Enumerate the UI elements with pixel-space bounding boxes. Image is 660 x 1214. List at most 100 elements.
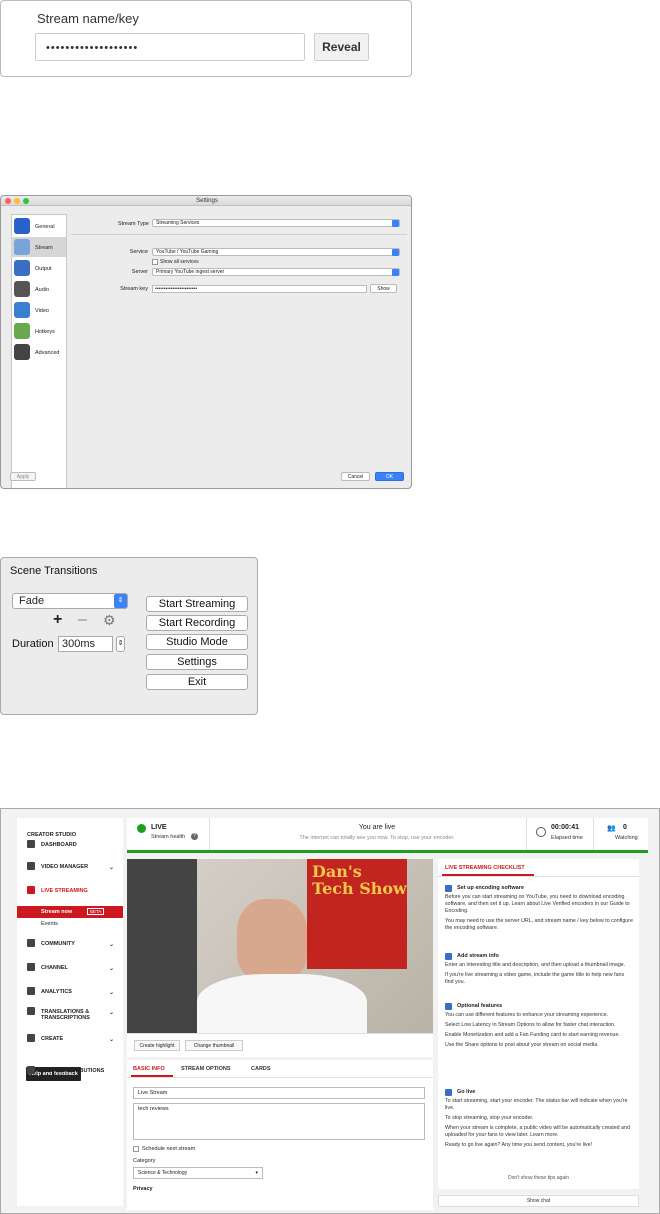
description-textarea[interactable]: tech reviews [133,1103,425,1140]
nav-item-community[interactable]: COMMUNITY ⌄ [27,939,114,948]
divider [593,818,594,850]
nav-item-label: VIDEO MANAGER [41,864,89,870]
change-thumbnail-button[interactable]: Change thumbnail [185,1040,243,1051]
nav-item-live-streaming[interactable]: LIVE STREAMING [27,886,111,894]
nav-item-dashboard[interactable]: DASHBOARD [27,840,111,848]
tip-text: Enable Monetization and add a Fan Fundin… [445,1032,620,1038]
nav-item-video-manager[interactable]: VIDEO MANAGER ⌄ [27,862,114,871]
elapsed-time-label: Elapsed time [551,835,583,841]
nav-item-analytics[interactable]: ANALYTICS ⌄ [27,987,114,996]
server-select[interactable]: Primary YouTube ingest server [152,268,400,276]
channel-icon [27,963,35,971]
studio-mode-button[interactable]: Studio Mode [146,634,248,650]
schedule-next-checkbox[interactable] [133,1146,139,1152]
chevron-down-icon[interactable]: ⌄ [109,989,114,996]
watching-label: Watching [615,835,638,841]
schedule-next-label: Schedule next stream [142,1146,196,1152]
apply-button[interactable]: Apply [10,472,36,481]
nav-item-create[interactable]: CREATE ⌄ [27,1034,114,1043]
tip-text: When your stream is complete, a public v… [445,1125,630,1138]
duration-stepper[interactable]: ⇕ [116,636,125,652]
tip-heading: Go live [457,1089,476,1095]
show-all-services-checkbox[interactable] [152,259,158,265]
status-title: You are live [358,824,396,831]
show-all-services-label: Show all services [160,259,199,265]
settings-button[interactable]: Settings [146,654,248,670]
sidebar-item-hotkeys[interactable]: Hotkeys [11,321,66,341]
privacy-label: Privacy [133,1186,153,1192]
sidebar-item-stream[interactable]: Stream [11,237,66,257]
tab-cards[interactable]: CARDS [251,1066,271,1072]
minimize-window-icon[interactable] [14,198,20,204]
clock-icon [536,827,546,837]
select-arrow-icon [392,269,399,276]
stream-key-input[interactable]: ••••••••••••••••••• [35,33,305,61]
video-manager-icon [27,862,35,870]
dashboard-icon [27,840,35,848]
nav-item-label: CHANNEL [41,965,68,971]
nav-item-translations-transcriptions[interactable]: TRANSLATIONS & TRANSCRIPTIONS ⌄ [27,1007,114,1021]
category-value: Science & Technology [138,1170,188,1176]
help-icon[interactable]: ? [191,833,198,840]
service-select[interactable]: YouTube / YouTube Gaming [152,248,400,256]
translate-icon [27,1007,35,1015]
tab-stream-options[interactable]: STREAM OPTIONS [181,1066,231,1072]
scene-transitions-panel: Scene Transitions Fade ⇕ + – ⚙ Duration … [0,557,258,715]
category-select[interactable]: Science & Technology ▾ [133,1167,263,1179]
reveal-button[interactable]: Reveal [314,33,369,61]
sidebar-item-audio[interactable]: Audio [11,279,66,299]
events-item[interactable]: Events [41,921,58,927]
scene-transitions-title: Scene Transitions [10,565,98,577]
divider [127,1077,433,1078]
divider [71,234,407,235]
gear-icon[interactable]: ⚙ [103,612,116,629]
nav-item-label: YOUR CONTRIBUTIONS [41,1068,105,1074]
service-label: Service [129,249,148,255]
stream-health-label[interactable]: Stream health [151,834,185,840]
sidebar-item-output[interactable]: Output [11,258,66,278]
contributions-icon [27,1066,35,1074]
create-highlight-button[interactable]: Create highlight [134,1040,180,1051]
exit-button[interactable]: Exit [146,674,248,690]
sidebar-item-video[interactable]: Video [11,300,66,320]
show-chat-button[interactable]: Show chat [438,1195,639,1207]
chevron-down-icon[interactable]: ⌄ [109,1036,114,1043]
tip-text: Enter an interesting title and descripti… [445,962,626,968]
title-input[interactable]: Live Stream [133,1087,425,1099]
stream-key-label: Stream name/key [37,11,139,26]
video-preview[interactable]: Dan's Tech Show [127,859,433,1033]
show-key-button[interactable]: Show [370,284,397,293]
stream-key-label-obs: Stream key [120,286,148,292]
tab-basic-info[interactable]: BASIC INFO [133,1066,165,1072]
zoom-window-icon[interactable] [23,198,29,204]
close-window-icon[interactable] [5,198,11,204]
watching-value: 0 [623,824,627,831]
duration-input[interactable]: 300ms [58,636,113,652]
chevron-down-icon[interactable]: ⌄ [109,965,114,972]
beta-badge: BETA [87,908,105,915]
transition-select[interactable]: Fade ⇕ [12,593,128,609]
start-streaming-button[interactable]: Start Streaming [146,596,248,612]
ok-button[interactable]: OK [375,472,404,481]
chevron-down-icon[interactable]: ⌄ [109,1009,114,1016]
remove-transition-icon[interactable]: – [78,611,87,629]
nav-item-channel[interactable]: CHANNEL ⌄ [27,963,114,972]
chevron-down-icon[interactable]: ⌄ [109,864,114,871]
sidebar-item-general[interactable]: General [11,216,66,236]
nav-item-label: TRANSLATIONS & TRANSCRIPTIONS [41,1009,90,1021]
cancel-button[interactable]: Cancel [341,472,370,481]
chevron-down-icon[interactable]: ⌄ [109,941,114,948]
youtube-live-dashboard: CREATOR STUDIO Stream now BETA Events He… [0,808,660,1214]
add-transition-icon[interactable]: + [53,611,62,629]
presenter-shirt [197,974,367,1033]
community-icon [27,939,35,947]
dont-show-tips-link[interactable]: Don't show these tips again [438,1175,639,1181]
sidebar-item-advanced[interactable]: Advanced [11,342,66,362]
stream-type-select[interactable]: Streaming Services [152,219,400,227]
nav-item-label: LIVE STREAMING [41,888,88,894]
nav-item-your-contributions[interactable]: YOUR CONTRIBUTIONS [27,1066,111,1074]
tip-text: Select Low Latency in Stream Options to … [445,1022,616,1028]
stream-now-item[interactable]: Stream now BETA [17,906,123,918]
stream-key-field[interactable]: •••••••••••••••••••••••• [152,285,367,293]
start-recording-button[interactable]: Start Recording [146,615,248,631]
